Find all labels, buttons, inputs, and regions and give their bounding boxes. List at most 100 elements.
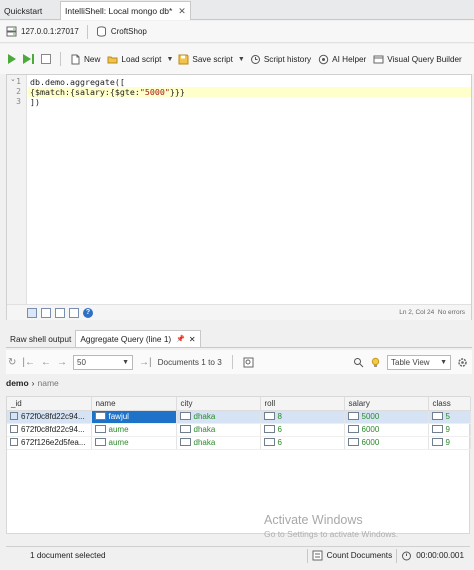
new-button[interactable]: New xyxy=(68,52,102,67)
cell-value: 672f126e2d5fea... xyxy=(21,438,86,447)
tab-raw-shell-output[interactable]: Raw shell output xyxy=(6,330,75,347)
city-cell[interactable]: dhaka xyxy=(176,436,261,450)
string-type-icon xyxy=(94,438,106,446)
run-button[interactable] xyxy=(6,52,18,66)
cell-value: aume xyxy=(108,425,129,434)
editor-view-icon[interactable] xyxy=(27,307,37,318)
string-type-icon xyxy=(347,438,359,446)
roll-cell[interactable]: 8 xyxy=(260,410,345,424)
editor-view-icon[interactable] xyxy=(69,307,79,318)
string-literal: "5000" xyxy=(139,87,170,97)
separator xyxy=(60,52,61,66)
tab-quickstart[interactable]: Quickstart xyxy=(0,1,46,20)
city-cell[interactable]: dhaka xyxy=(176,410,261,424)
cell-value: 8 xyxy=(277,412,282,421)
class-cell[interactable]: 5 xyxy=(428,410,471,424)
results-grid[interactable]: _id name city roll salary class 672f0c8f… xyxy=(6,396,471,534)
editor-view-icon[interactable] xyxy=(41,307,51,318)
script-editor[interactable]: ⌄ 1 2 3 db.demo.aggregate([ {$match:{sal… xyxy=(6,74,472,320)
cell-value: 672f0c8fd22c94... xyxy=(21,412,85,421)
column-header-roll[interactable]: roll xyxy=(260,397,345,411)
connection-host[interactable]: 127.0.0.1:27017 xyxy=(21,27,79,36)
separator xyxy=(231,355,233,369)
refresh-icon[interactable]: ↻ xyxy=(8,357,16,368)
tab-aggregate-query[interactable]: Aggregate Query (line 1) 📌 ✕ xyxy=(75,330,201,347)
city-cell[interactable]: dhaka xyxy=(176,423,261,437)
query-profile-icon[interactable] xyxy=(243,357,254,368)
tab-intellishell[interactable]: IntelliShell: Local mongo db* ✕ xyxy=(60,1,191,20)
search-icon[interactable] xyxy=(353,357,364,368)
roll-cell[interactable]: 6 xyxy=(260,436,345,450)
count-documents-button[interactable]: Count Documents xyxy=(327,551,393,560)
script-history-button[interactable]: Script history xyxy=(248,52,313,67)
table-row[interactable]: 672f0c8fd22c94... aume dhaka 6 6000 9 xyxy=(7,423,471,437)
class-cell[interactable]: 9 xyxy=(428,436,471,450)
play-icon xyxy=(8,54,16,64)
line-number: 1 xyxy=(16,77,21,86)
visual-query-builder-button[interactable]: Visual Query Builder xyxy=(371,52,463,67)
column-header-name[interactable]: name xyxy=(91,397,177,411)
save-script-dropdown-icon[interactable]: ▼ xyxy=(238,56,245,63)
cell-value: 6 xyxy=(277,425,282,434)
column-header-class[interactable]: class xyxy=(428,397,471,411)
line-number-gutter: ⌄ 1 2 3 xyxy=(7,75,27,304)
id-cell[interactable]: 672f0c8fd22c94... xyxy=(7,423,92,437)
code-line-1: db.demo.aggregate([ xyxy=(30,77,125,87)
load-script-button[interactable]: Load script xyxy=(105,52,163,67)
name-cell[interactable]: aume xyxy=(91,423,177,437)
database-name[interactable]: CroftShop xyxy=(111,27,147,36)
roll-cell[interactable]: 6 xyxy=(260,423,345,437)
id-cell[interactable]: 672f0c8fd22c94... xyxy=(7,410,92,424)
close-icon[interactable]: ✕ xyxy=(178,6,186,17)
table-row[interactable]: 672f126e2d5fea... aume dhaka 6 6000 9 xyxy=(7,436,471,450)
id-cell[interactable]: 672f126e2d5fea... xyxy=(7,436,92,450)
column-header-id[interactable]: _id xyxy=(7,397,92,411)
save-script-button[interactable]: Save script xyxy=(176,52,235,67)
save-script-label: Save script xyxy=(192,54,233,64)
objectid-icon xyxy=(10,438,18,446)
table-row[interactable]: 672f0c8fd22c94... fawjul dhaka 8 5000 5 xyxy=(7,410,471,424)
cell-value: 5000 xyxy=(361,412,380,421)
class-cell[interactable]: 9 xyxy=(428,423,471,437)
ai-helper-button[interactable]: AI Helper xyxy=(316,52,368,67)
cursor-status: Ln 2, Col 24 No errors xyxy=(399,309,465,316)
cell-value: dhaka xyxy=(193,438,216,447)
gear-icon[interactable] xyxy=(457,357,468,368)
editor-view-icon[interactable] xyxy=(55,307,65,318)
page-size-select[interactable]: 50 ▼ xyxy=(73,354,133,370)
help-icon[interactable]: ? xyxy=(83,307,93,318)
tab-label: IntelliShell: Local mongo db* xyxy=(65,6,173,16)
last-page-icon[interactable]: →| xyxy=(139,357,152,368)
previous-page-icon[interactable]: ← xyxy=(41,357,51,368)
view-mode-select[interactable]: Table View ▼ xyxy=(387,354,451,370)
results-navigation-bar: ↻ |← ← → 50 ▼ →| Documents 1 to 3 Table … xyxy=(6,350,472,374)
run-selected-button[interactable] xyxy=(39,52,53,66)
close-icon[interactable]: ✕ xyxy=(189,335,196,344)
lightbulb-icon[interactable] xyxy=(370,357,381,368)
pin-icon[interactable]: 📌 xyxy=(176,335,185,343)
script-history-label: Script history xyxy=(263,54,312,64)
first-page-icon[interactable]: |← xyxy=(22,357,35,368)
column-header-salary[interactable]: salary xyxy=(344,397,429,411)
salary-cell[interactable]: 6000 xyxy=(344,423,429,437)
next-page-icon[interactable]: → xyxy=(57,357,67,368)
run-step-button[interactable] xyxy=(21,52,36,66)
table-header-row: _id name city roll salary class xyxy=(7,397,471,411)
name-cell[interactable]: aume xyxy=(91,436,177,450)
column-header-city[interactable]: city xyxy=(176,397,261,411)
string-type-icon xyxy=(94,425,106,433)
objectid-icon xyxy=(10,425,18,433)
salary-cell[interactable]: 5000 xyxy=(344,410,429,424)
breadcrumb-field[interactable]: name xyxy=(38,378,59,388)
cell-value: aume xyxy=(108,438,129,447)
activate-windows-title: Activate Windows xyxy=(264,513,363,527)
folder-icon xyxy=(107,54,118,65)
breadcrumb-collection[interactable]: demo xyxy=(6,378,29,388)
name-cell[interactable]: fawjul xyxy=(91,410,177,424)
load-script-dropdown-icon[interactable]: ▼ xyxy=(166,56,173,63)
selection-status: 1 document selected xyxy=(30,551,106,560)
code-text: }}} xyxy=(169,87,185,97)
code-line-3: ]) xyxy=(30,97,40,107)
salary-cell[interactable]: 6000 xyxy=(344,436,429,450)
cell-value: 6 xyxy=(277,438,282,447)
